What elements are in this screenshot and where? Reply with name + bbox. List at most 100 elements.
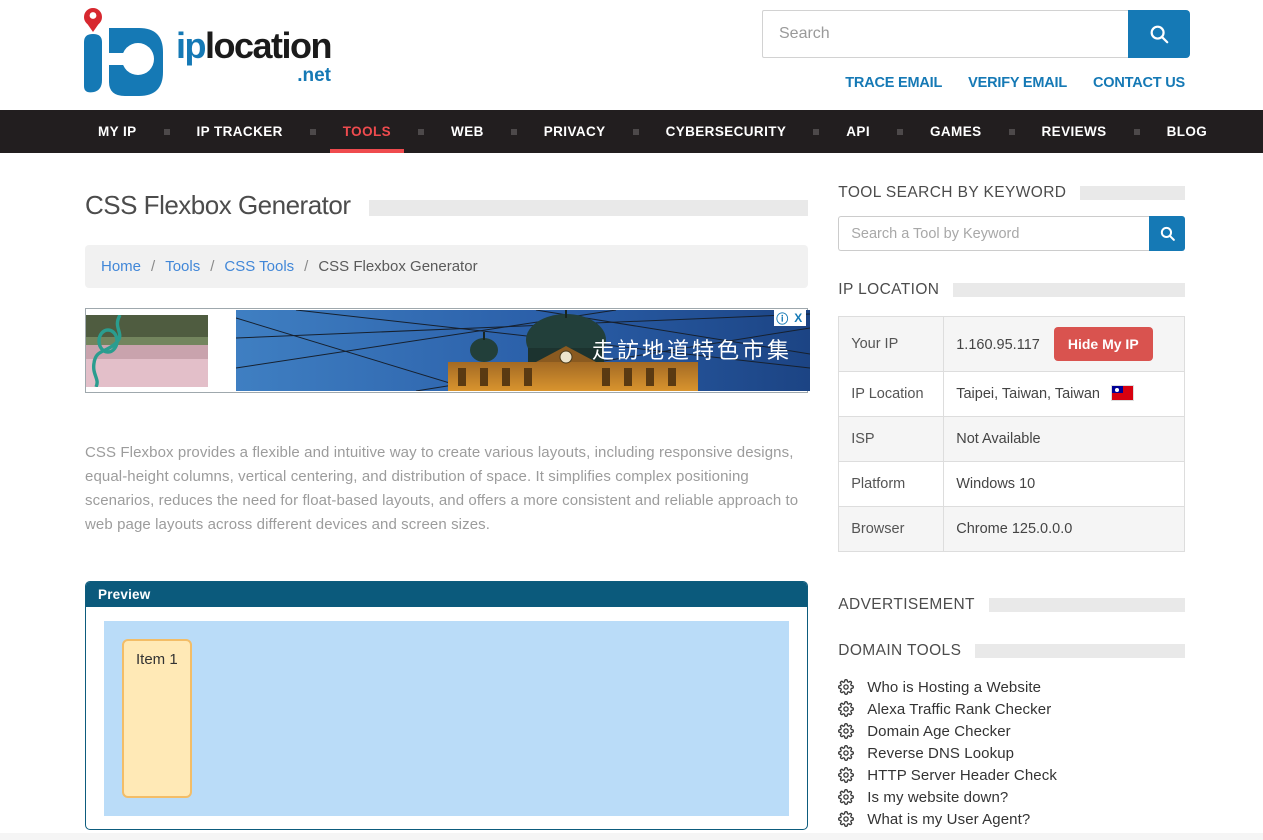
row-value: Chrome 125.0.0.0 bbox=[944, 507, 1185, 552]
breadcrumb-home-link[interactable]: Home bbox=[101, 258, 141, 275]
heading-decorative-bar bbox=[975, 644, 1185, 658]
heading-decorative-bar bbox=[1080, 186, 1185, 200]
domain-tools-heading: DOMAIN TOOLS bbox=[838, 642, 1185, 660]
ad-banner[interactable]: 走訪地道特色市集 ⓘ X bbox=[85, 308, 808, 393]
row-label: ISP bbox=[839, 417, 944, 462]
table-row-your-ip: Your IP 1.160.95.117 Hide My IP bbox=[839, 317, 1185, 372]
nav-separator bbox=[897, 129, 903, 135]
breadcrumb-separator: / bbox=[304, 258, 308, 275]
breadcrumb-current-page: CSS Flexbox Generator bbox=[318, 258, 477, 275]
taiwan-flag-icon bbox=[1112, 386, 1133, 400]
row-value: 1.160.95.117 Hide My IP bbox=[944, 317, 1185, 372]
nav-item-cybersecurity[interactable]: CYBERSECURITY bbox=[653, 110, 800, 153]
tool-search-button[interactable] bbox=[1149, 216, 1185, 251]
table-row-browser: Browser Chrome 125.0.0.0 bbox=[839, 507, 1185, 552]
tool-search-input[interactable] bbox=[838, 216, 1149, 251]
verify-email-link[interactable]: VERIFY EMAIL bbox=[968, 75, 1067, 91]
iplocation-logo-icon bbox=[76, 6, 172, 98]
nav-separator bbox=[813, 129, 819, 135]
table-row-ip-location: IP Location Taipei, Taiwan, Taiwan bbox=[839, 372, 1185, 417]
nav-item-my-ip[interactable]: MY IP bbox=[85, 110, 150, 153]
nav-separator bbox=[511, 129, 517, 135]
tool-description: CSS Flexbox provides a flexible and intu… bbox=[85, 441, 808, 537]
ip-location-value: Taipei, Taiwan, Taiwan bbox=[956, 386, 1100, 402]
next-section-edge bbox=[0, 833, 1263, 840]
ad-info-icon[interactable]: ⓘ bbox=[774, 310, 790, 326]
gear-icon bbox=[838, 745, 854, 761]
flexbox-preview-container: Item 1 bbox=[104, 621, 789, 816]
nav-item-reviews[interactable]: REVIEWS bbox=[1029, 110, 1120, 153]
domain-tool-link[interactable]: Is my website down? bbox=[838, 786, 1185, 808]
domain-tool-link[interactable]: HTTP Server Header Check bbox=[838, 764, 1185, 786]
domain-tool-link[interactable]: Alexa Traffic Rank Checker bbox=[838, 698, 1185, 720]
nav-item-ip-tracker[interactable]: IP TRACKER bbox=[184, 110, 296, 153]
domain-tools-list: Who is Hosting a Website Alexa Traffic R… bbox=[838, 676, 1185, 830]
preview-panel-header: Preview bbox=[86, 582, 807, 607]
logo-wordmark: iplocation .net bbox=[176, 28, 331, 64]
preview-panel: Preview Item 1 bbox=[85, 581, 808, 830]
search-icon bbox=[1148, 23, 1170, 45]
tool-search-heading: TOOL SEARCH BY KEYWORD bbox=[838, 184, 1185, 202]
title-decorative-bar bbox=[369, 200, 809, 216]
row-label: IP Location bbox=[839, 372, 944, 417]
heading-decorative-bar bbox=[989, 598, 1185, 612]
domain-tool-link[interactable]: Domain Age Checker bbox=[838, 720, 1185, 742]
logo-tld: .net bbox=[297, 66, 331, 85]
breadcrumb-tools-link[interactable]: Tools bbox=[165, 258, 200, 275]
ip-location-heading: IP LOCATION bbox=[838, 281, 1185, 299]
nav-item-games[interactable]: GAMES bbox=[917, 110, 995, 153]
gear-icon bbox=[838, 811, 854, 827]
nav-separator bbox=[1009, 129, 1015, 135]
header-search bbox=[762, 10, 1190, 58]
page-content: CSS Flexbox Generator Home / Tools / CSS… bbox=[0, 153, 1263, 830]
flexbox-preview-item: Item 1 bbox=[122, 639, 192, 798]
nav-item-web[interactable]: WEB bbox=[438, 110, 497, 153]
contact-us-link[interactable]: CONTACT US bbox=[1093, 75, 1185, 91]
nav-separator bbox=[633, 129, 639, 135]
sidebar: TOOL SEARCH BY KEYWORD IP LOCATION Your … bbox=[838, 153, 1185, 830]
site-header: iplocation .net TRACE EMAIL VERIFY EMAIL… bbox=[0, 0, 1263, 110]
nav-separator bbox=[164, 129, 170, 135]
ad-headline: 走訪地道特色市集 bbox=[592, 339, 792, 364]
nav-item-privacy[interactable]: PRIVACY bbox=[531, 110, 619, 153]
advertisement-heading: ADVERTISEMENT bbox=[838, 596, 1185, 614]
row-value: Windows 10 bbox=[944, 462, 1185, 507]
row-label: Browser bbox=[839, 507, 944, 552]
gear-icon bbox=[838, 789, 854, 805]
trace-email-link[interactable]: TRACE EMAIL bbox=[845, 75, 942, 91]
ip-location-table: Your IP 1.160.95.117 Hide My IP IP Locat… bbox=[838, 316, 1185, 552]
row-label: Your IP bbox=[839, 317, 944, 372]
page-title: CSS Flexbox Generator bbox=[85, 190, 351, 221]
nav-item-api[interactable]: API bbox=[833, 110, 883, 153]
ad-controls: ⓘ X bbox=[774, 310, 806, 326]
title-row: CSS Flexbox Generator bbox=[85, 190, 808, 221]
domain-tool-link[interactable]: Who is Hosting a Website bbox=[838, 676, 1185, 698]
breadcrumb-separator: / bbox=[210, 258, 214, 275]
tool-search bbox=[838, 216, 1185, 251]
row-label: Platform bbox=[839, 462, 944, 507]
domain-tool-link[interactable]: Reverse DNS Lookup bbox=[838, 742, 1185, 764]
ad-close-icon[interactable]: X bbox=[790, 310, 806, 326]
table-row-isp: ISP Not Available bbox=[839, 417, 1185, 462]
nav-separator bbox=[1134, 129, 1140, 135]
preview-panel-body: Item 1 bbox=[86, 607, 807, 829]
ip-address-value: 1.160.95.117 bbox=[956, 337, 1040, 353]
gear-icon bbox=[838, 679, 854, 695]
nav-separator bbox=[310, 129, 316, 135]
domain-tool-link[interactable]: What is my User Agent? bbox=[838, 808, 1185, 830]
nav-item-blog[interactable]: BLOG bbox=[1154, 110, 1221, 153]
ad-main-image[interactable]: 走訪地道特色市集 bbox=[236, 310, 810, 391]
breadcrumb: Home / Tools / CSS Tools / CSS Flexbox G… bbox=[85, 245, 808, 288]
nav-separator bbox=[418, 129, 424, 135]
gear-icon bbox=[838, 701, 854, 717]
site-logo[interactable]: iplocation .net bbox=[76, 6, 331, 98]
table-row-platform: Platform Windows 10 bbox=[839, 462, 1185, 507]
row-value: Not Available bbox=[944, 417, 1185, 462]
header-search-input[interactable] bbox=[762, 10, 1128, 58]
breadcrumb-css-tools-link[interactable]: CSS Tools bbox=[224, 258, 294, 275]
header-search-button[interactable] bbox=[1128, 10, 1190, 58]
nav-item-tools[interactable]: TOOLS bbox=[330, 110, 404, 153]
hide-my-ip-button[interactable]: Hide My IP bbox=[1054, 327, 1153, 361]
ad-thumbnail-image[interactable] bbox=[86, 315, 208, 387]
main-column: CSS Flexbox Generator Home / Tools / CSS… bbox=[85, 153, 808, 830]
